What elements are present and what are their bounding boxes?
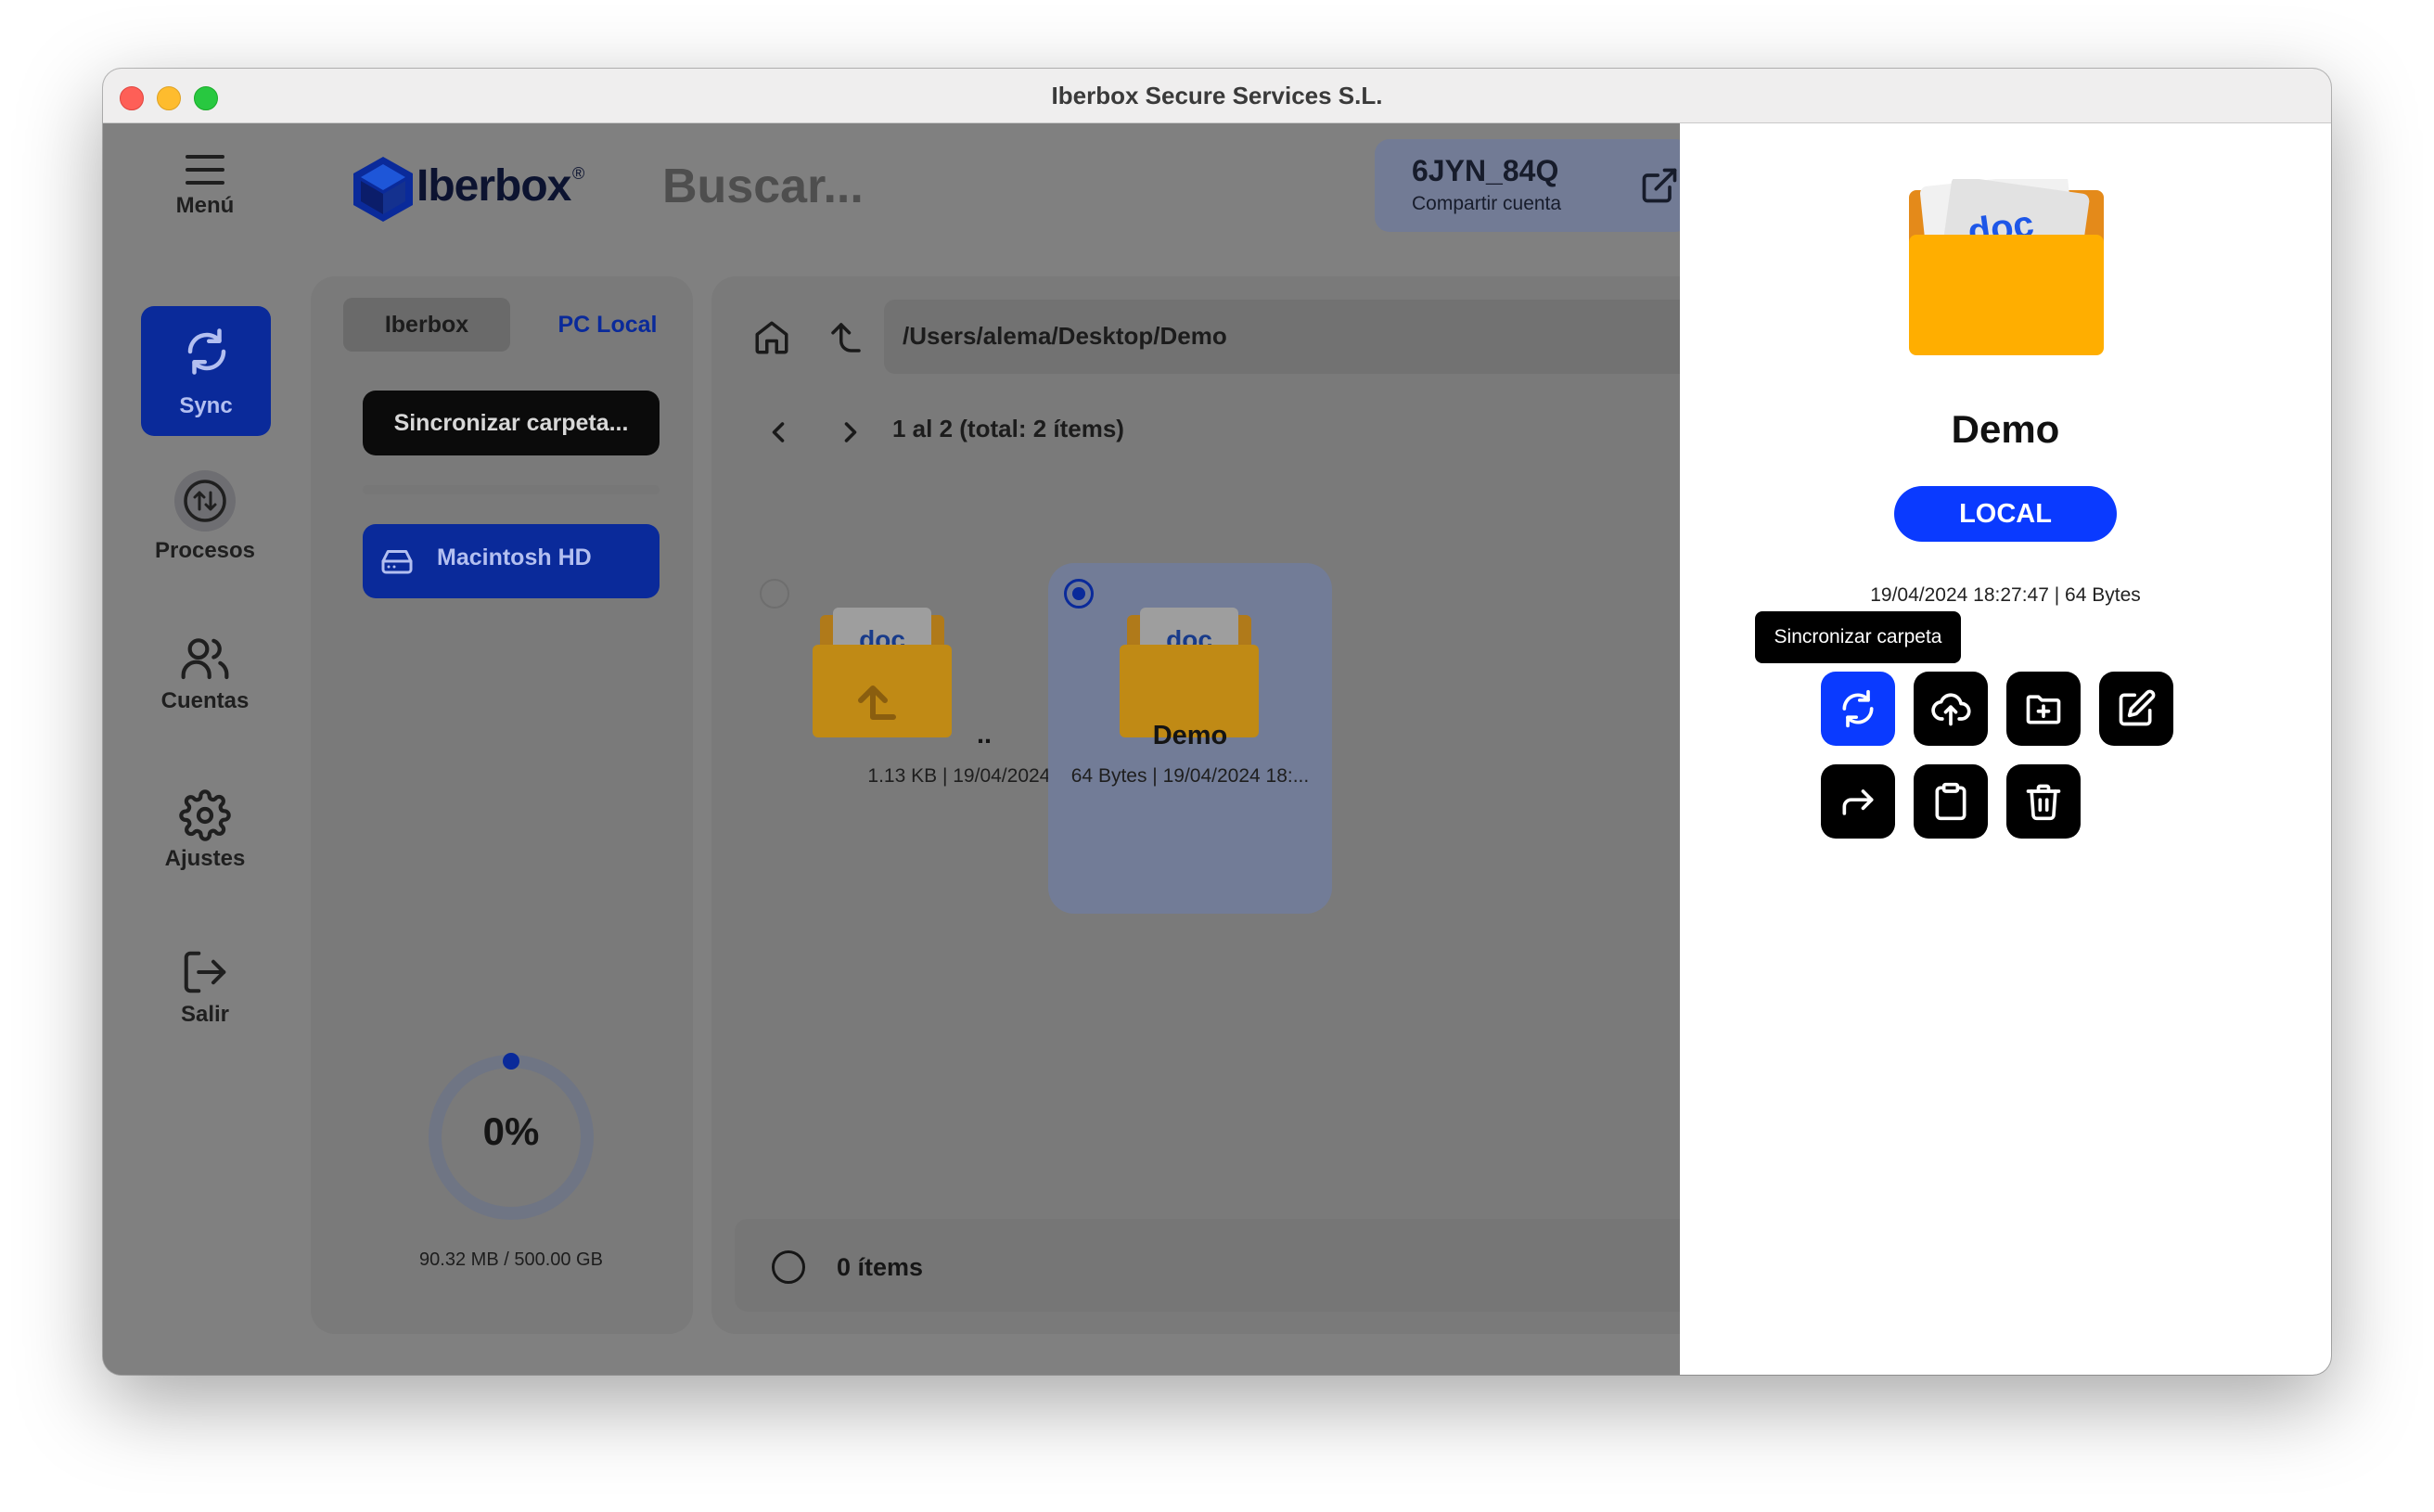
processes-icon	[174, 470, 236, 532]
nav-ajustes[interactable]: Ajustes	[140, 789, 270, 872]
hamburger-icon	[186, 155, 224, 185]
cloud-upload-icon	[1931, 693, 1971, 726]
path-text: /Users/alema/Desktop/Demo	[903, 322, 1227, 350]
nav-salir[interactable]: Salir	[140, 947, 270, 1028]
select-all-radio[interactable]	[772, 1250, 805, 1284]
logo-text: Iberbox	[416, 161, 571, 211]
window-title: Iberbox Secure Services S.L.	[1051, 82, 1383, 109]
gear-icon	[179, 789, 231, 841]
sync-folder-button[interactable]: Sincronizar carpeta...	[363, 391, 660, 455]
file-meta: 64 Bytes | 19/04/2024 18:...	[1070, 765, 1310, 787]
search-input[interactable]: Buscar...	[662, 159, 864, 214]
external-link-icon[interactable]	[1639, 165, 1680, 206]
title-bar: Iberbox Secure Services S.L.	[103, 69, 2331, 123]
new-folder-button[interactable]	[2006, 672, 2081, 746]
logout-icon	[184, 951, 226, 993]
file-select-radio-checked[interactable]	[1064, 579, 1094, 609]
nav-procesos-label: Procesos	[154, 538, 256, 563]
account-share-label: Compartir cuenta	[1412, 193, 1562, 214]
nav-menu[interactable]: Menú	[140, 151, 270, 219]
file-select-radio[interactable]	[760, 579, 789, 609]
file-name: Demo	[1152, 721, 1228, 750]
pagination-text: 1 al 2 (total: 2 ítems)	[892, 415, 1124, 442]
account-code: 6JYN_84Q	[1412, 154, 1559, 187]
nav-sync-label: Sync	[179, 393, 233, 418]
app-window: Iberbox Secure Services S.L. Menú Sync P…	[103, 69, 2331, 1375]
folder-icon: doc	[1909, 179, 2104, 355]
users-icon	[181, 638, 229, 680]
folder-icon[interactable]: doc	[813, 608, 952, 737]
nav-ajustes-label: Ajustes	[164, 846, 246, 871]
folder-icon[interactable]: doc	[1120, 608, 1259, 737]
chevron-right-icon[interactable]	[834, 416, 867, 449]
sync-icon	[1842, 689, 1874, 728]
nav-salir-label: Salir	[180, 1002, 230, 1027]
details-panel: doc Demo LOCAL 19/04/2024 18:27:47 | 64 …	[1680, 123, 2331, 1375]
nav-menu-label: Menú	[175, 193, 235, 218]
share-button[interactable]	[1821, 764, 1895, 839]
clipboard-button[interactable]	[1914, 764, 1988, 839]
chevron-left-icon[interactable]	[762, 416, 795, 449]
nav-cuentas[interactable]: Cuentas	[140, 632, 270, 714]
gauge-progress-marker	[503, 1053, 519, 1070]
trash-icon	[2026, 784, 2061, 821]
drive-label: Macintosh HD	[437, 545, 592, 570]
usage-percent: 0%	[482, 1109, 540, 1153]
detail-name: Demo	[1951, 407, 2060, 451]
tab-iberbox[interactable]: Iberbox	[343, 298, 510, 352]
local-badge: LOCAL	[1894, 486, 2117, 542]
folder-plus-icon	[2026, 695, 2061, 724]
delete-button[interactable]	[2006, 764, 2081, 839]
home-icon[interactable]	[752, 318, 791, 357]
selected-count: 0 ítems	[837, 1253, 924, 1281]
nav-cuentas-label: Cuentas	[160, 688, 250, 713]
edit-icon	[2119, 689, 2156, 726]
upload-button[interactable]	[1914, 672, 1988, 746]
nav-sync[interactable]: Sync	[141, 306, 271, 436]
storage-usage-text: 90.32 MB / 500.00 GB	[419, 1249, 603, 1270]
sync-icon	[187, 328, 226, 375]
hard-drive-icon	[381, 550, 413, 574]
rename-button[interactable]	[2099, 672, 2173, 746]
account-box[interactable]: 6JYN_84Q Compartir cuenta	[1375, 139, 1690, 232]
drive-macintosh-hd[interactable]: Macintosh HD	[363, 524, 660, 598]
parent-folder-icon[interactable]	[826, 318, 865, 357]
tab-pc-local[interactable]: PC Local	[519, 298, 696, 352]
sync-folder-action-button[interactable]	[1821, 672, 1895, 746]
detail-meta: 19/04/2024 18:27:47 | 64 Bytes	[1870, 584, 2141, 606]
divider	[363, 485, 660, 494]
clipboard-icon	[1935, 782, 1966, 821]
logo-registered: ®	[572, 164, 585, 183]
nav-procesos[interactable]: Procesos	[140, 468, 270, 564]
tooltip: Sincronizar carpeta	[1755, 611, 1961, 663]
forward-arrow-icon	[1842, 789, 1874, 815]
